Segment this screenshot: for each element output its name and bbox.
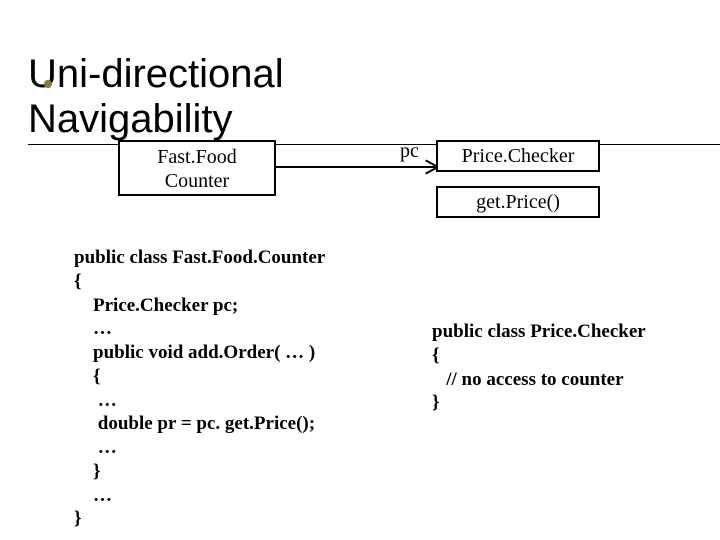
uml-class-name-line2: Counter xyxy=(120,169,274,193)
bullet-icon xyxy=(44,80,52,88)
uml-class-pricechecker-name: Price.Checker xyxy=(436,140,600,172)
code-fastfoodcounter: public class Fast.Food.Counter { Price.C… xyxy=(74,246,325,531)
uml-class-fastfoodcounter: Fast.Food Counter xyxy=(118,140,276,196)
uml-role-label: pc xyxy=(400,140,419,163)
code-pricechecker: public class Price.Checker { // no acces… xyxy=(432,320,646,415)
uml-class-name-line1: Fast.Food xyxy=(120,145,274,169)
uml-class-pricechecker-method: get.Price() xyxy=(436,186,600,218)
slide: Uni-directional Navigability Fast.Food C… xyxy=(0,0,720,540)
slide-title: Uni-directional Navigability xyxy=(28,52,720,145)
uml-association-line xyxy=(276,166,436,168)
